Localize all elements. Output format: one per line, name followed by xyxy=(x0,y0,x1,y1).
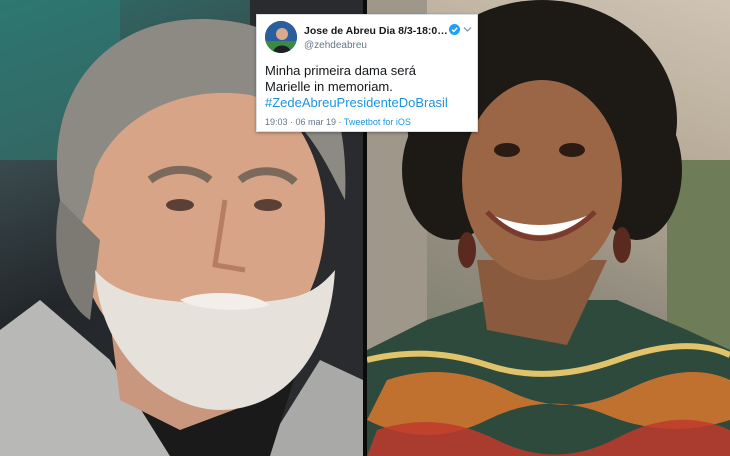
hashtag-link[interactable]: #ZedeAbreuPresidenteDoBrasil xyxy=(265,95,475,111)
tweet-card: Jose de Abreu Dia 8/3-18:00h-G... @zehde… xyxy=(256,14,478,132)
user-handle[interactable]: @zehdeabreu xyxy=(304,40,367,51)
profile-avatar-icon xyxy=(265,21,297,53)
tweet-line-2: Marielle in memoriam. xyxy=(265,79,393,94)
chevron-down-icon[interactable] xyxy=(463,26,472,33)
avatar[interactable] xyxy=(265,21,297,53)
display-name[interactable]: Jose de Abreu Dia 8/3-18:00h-G... xyxy=(304,25,449,37)
verified-badge-icon xyxy=(449,24,460,35)
tweet-line-1: Minha primeira dama será xyxy=(265,63,417,78)
tweet-timestamp[interactable]: 19:03 · 06 mar 19 · xyxy=(265,117,342,127)
tweet-meta: 19:03 · 06 mar 19 · Tweetbot for iOS xyxy=(265,117,411,127)
tweet-text: Minha primeira dama será Marielle in mem… xyxy=(265,63,475,111)
tweet-source-link[interactable]: Tweetbot for iOS xyxy=(344,117,411,127)
